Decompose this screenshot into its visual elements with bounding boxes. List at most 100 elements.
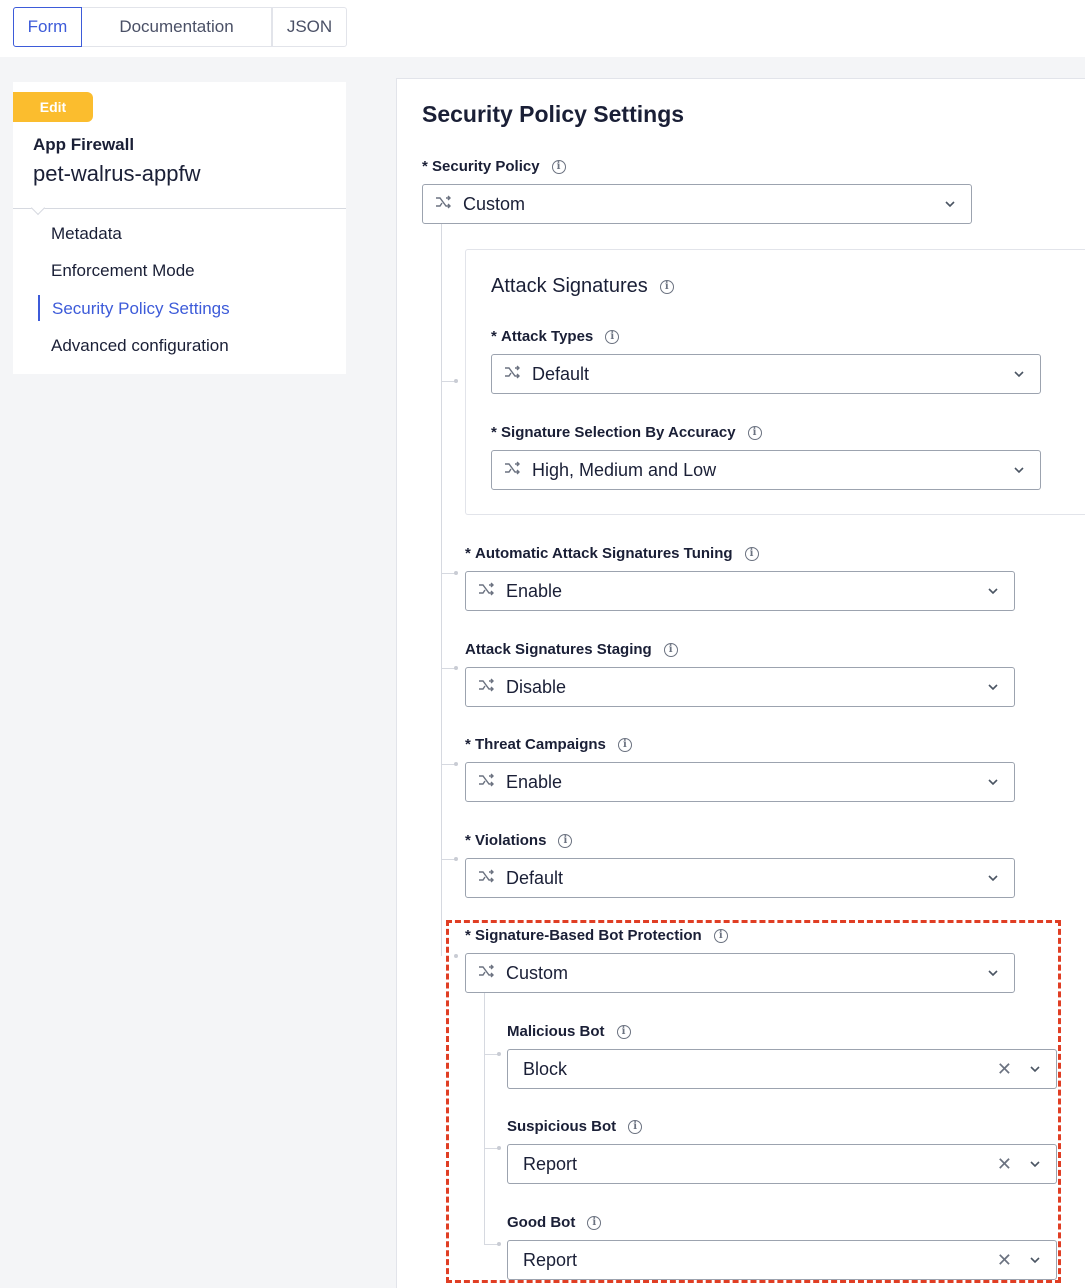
info-icon[interactable]: i: [744, 546, 759, 561]
tab-json[interactable]: JSON: [272, 7, 347, 47]
attack-types-select[interactable]: Default: [491, 354, 1041, 394]
tree-branch: [441, 764, 455, 765]
info-icon[interactable]: i: [587, 1215, 602, 1230]
staging-select[interactable]: Disable: [465, 667, 1015, 707]
info-icon[interactable]: i: [558, 833, 573, 848]
field-label: * Attack Types i: [491, 328, 620, 345]
tree-node: [454, 379, 458, 383]
tree-node: [454, 762, 458, 766]
choice-icon: [479, 773, 494, 787]
tree-branch: [441, 381, 455, 382]
select-value: Custom: [463, 193, 526, 214]
info-icon[interactable]: i: [713, 928, 728, 943]
auto-tuning-select[interactable]: Enable: [465, 571, 1015, 611]
field-label: * Signature Selection By Accuracy i: [491, 424, 762, 441]
attack-signatures-title: Attack Signatures i: [491, 275, 674, 298]
info-icon[interactable]: i: [551, 159, 566, 174]
threat-campaigns-label: Threat Campaigns: [475, 736, 606, 753]
info-icon[interactable]: i: [663, 642, 678, 657]
chevron-down-icon: [988, 779, 998, 786]
object-name: pet-walrus-appfw: [33, 161, 201, 186]
object-type: App Firewall: [33, 135, 135, 154]
sidebar-item-advanced-configuration[interactable]: Advanced configuration: [51, 336, 229, 356]
active-indicator: [38, 295, 40, 321]
bot-protection-label: Signature-Based Bot Protection: [475, 927, 702, 944]
sidebar: Edit App Firewall pet-walrus-appfw Metad…: [13, 82, 346, 374]
edit-badge: Edit: [13, 92, 93, 122]
tree-node: [454, 571, 458, 575]
select-value: Default: [506, 867, 564, 888]
choice-icon: [505, 365, 520, 379]
required-marker: *: [491, 424, 497, 441]
tab-documentation[interactable]: Documentation: [82, 7, 272, 47]
choice-icon: [436, 195, 451, 209]
suspicious-bot-select[interactable]: Report ✕: [507, 1144, 1057, 1184]
required-marker: *: [465, 736, 471, 753]
tree-branch: [484, 1244, 498, 1245]
select-value: Disable: [506, 676, 567, 697]
tree-node: [497, 1052, 501, 1056]
violations-select[interactable]: Default: [465, 858, 1015, 898]
select-value: High, Medium and Low: [532, 459, 717, 480]
attack-signatures-group: Attack Signatures i * Attack Types i Def…: [465, 249, 1085, 515]
chevron-down-icon: [1014, 467, 1024, 474]
chevron-down-icon: [988, 588, 998, 595]
view-tabs: Form Documentation JSON: [13, 7, 347, 47]
bot-protection-select[interactable]: Custom: [465, 953, 1015, 993]
chevron-down-icon: [988, 684, 998, 691]
clear-icon[interactable]: ✕: [997, 1154, 1012, 1175]
group-title-text: Attack Signatures: [491, 275, 648, 297]
info-icon[interactable]: i: [617, 737, 632, 752]
violations-label: Violations: [475, 832, 547, 849]
chevron-down-icon: [988, 970, 998, 977]
sidebar-item-enforcement-mode[interactable]: Enforcement Mode: [51, 261, 195, 281]
field-label: * Security Policy i: [422, 158, 566, 175]
field-label: * Automatic Attack Signatures Tuning i: [465, 545, 759, 562]
tree-branch: [484, 1054, 498, 1055]
choice-icon: [479, 869, 494, 883]
malicious-bot-select[interactable]: Block ✕: [507, 1049, 1057, 1089]
tab-form[interactable]: Form: [13, 7, 82, 47]
accuracy-select[interactable]: High, Medium and Low: [491, 450, 1041, 490]
clear-icon[interactable]: ✕: [997, 1250, 1012, 1271]
tree-line: [484, 993, 485, 1245]
clear-icon[interactable]: ✕: [997, 1059, 1012, 1080]
form-card: Security Policy Settings * Security Poli…: [396, 78, 1085, 1288]
threat-campaigns-select[interactable]: Enable: [465, 762, 1015, 802]
sidebar-item-security-policy-settings[interactable]: Security Policy Settings: [52, 299, 230, 319]
chevron-down-icon: [988, 875, 998, 882]
good-bot-select[interactable]: Report ✕: [507, 1240, 1057, 1280]
auto-tuning-label: Automatic Attack Signatures Tuning: [475, 545, 733, 562]
info-icon[interactable]: i: [747, 425, 762, 440]
tree-node: [454, 666, 458, 670]
chevron-down-icon: [945, 201, 955, 208]
required-marker: *: [465, 832, 471, 849]
select-value: Enable: [506, 771, 563, 792]
tree-branch: [484, 1148, 498, 1149]
field-label: * Threat Campaigns i: [465, 736, 632, 753]
required-marker: *: [422, 158, 428, 175]
top-bar: Form Documentation JSON: [0, 0, 1085, 57]
tree-node: [497, 1146, 501, 1150]
sidebar-item-metadata[interactable]: Metadata: [51, 224, 122, 244]
info-icon[interactable]: i: [616, 1024, 631, 1039]
required-marker: *: [465, 545, 471, 562]
tree-branch: [441, 859, 455, 860]
field-label: * Signature-Based Bot Protection i: [465, 927, 728, 944]
tree-branch: [441, 668, 455, 669]
tree-node: [497, 1242, 501, 1246]
info-icon[interactable]: i: [659, 279, 674, 294]
sidebar-divider: [13, 208, 346, 209]
security-policy-select[interactable]: Custom: [422, 184, 972, 224]
select-value: Enable: [506, 580, 563, 601]
field-label: Suspicious Bot i: [507, 1118, 643, 1135]
required-marker: *: [491, 328, 497, 345]
info-icon[interactable]: i: [605, 329, 620, 344]
chevron-down-icon: [1014, 371, 1024, 378]
select-value: Custom: [506, 962, 569, 983]
security-policy-label: Security Policy: [432, 158, 540, 175]
info-icon[interactable]: i: [628, 1119, 643, 1134]
select-value: Report: [523, 1153, 578, 1174]
select-value: Default: [532, 363, 590, 384]
choice-icon: [505, 461, 520, 475]
